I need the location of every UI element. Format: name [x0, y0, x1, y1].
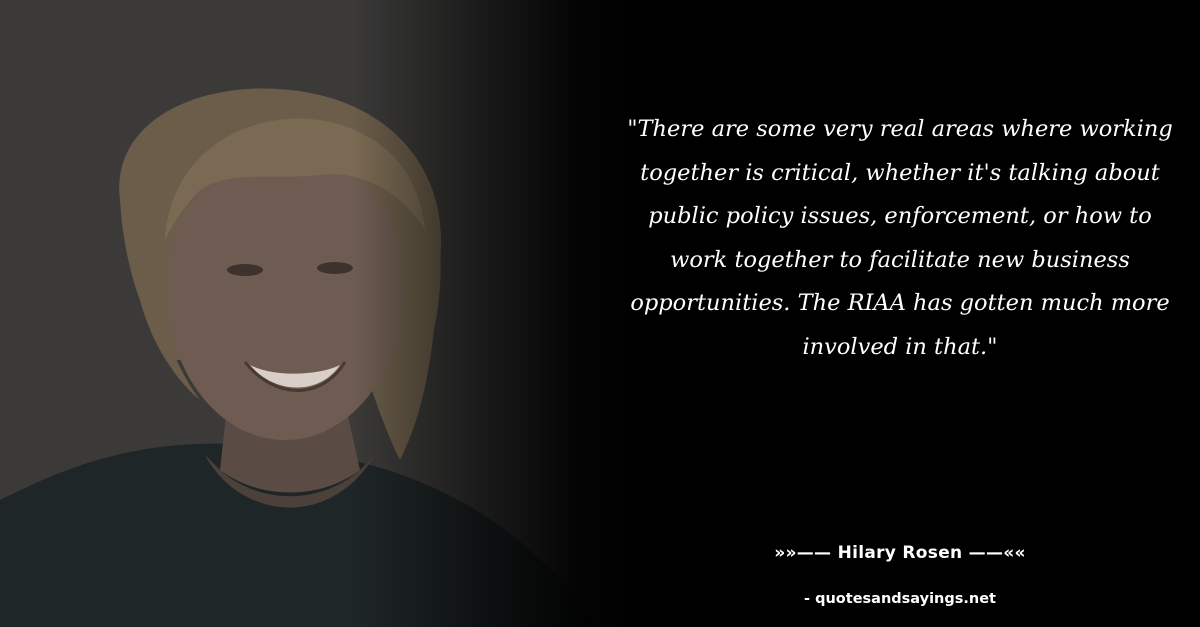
author-attribution: »»—— Hilary Rosen ——««	[774, 543, 1026, 563]
quote-card: "There are some very real areas where wo…	[0, 0, 1200, 627]
source-watermark: - quotesandsayings.net	[804, 591, 996, 607]
quote-text: "There are some very real areas where wo…	[627, 116, 1173, 360]
photo-fade-overlay	[0, 0, 640, 627]
